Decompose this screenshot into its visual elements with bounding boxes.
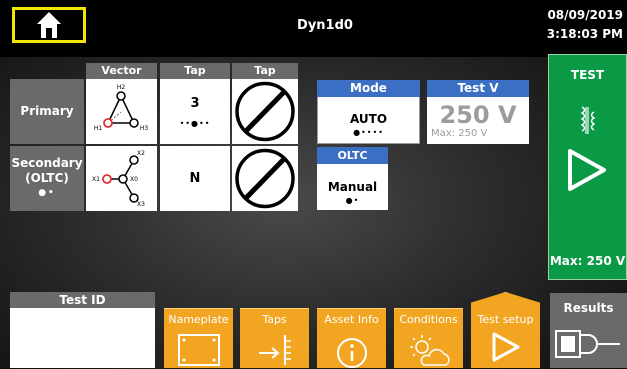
test-voltage-value: 250 V	[439, 101, 517, 129]
taps-icon	[240, 333, 309, 367]
tab-taps[interactable]: Taps	[240, 308, 309, 368]
tab-conditions-label: Conditions	[399, 313, 458, 326]
oltc-header: OLTC	[317, 147, 388, 164]
page-title: Dyn1d0	[297, 18, 353, 33]
play-icon	[471, 331, 540, 363]
tab-test-setup-label: Test setup	[477, 313, 534, 326]
label-h2: H2	[117, 84, 126, 91]
label-x3: X3	[137, 201, 145, 208]
secondary-vector-cell[interactable]: X2 X1 X0 X3	[86, 146, 157, 211]
test-max-voltage: Max: 250 V	[549, 254, 626, 268]
test-voltage-header: Test V	[427, 80, 529, 97]
weather-icon	[394, 333, 463, 369]
column-header-tap: Tap	[160, 63, 230, 79]
oltc-value: Manual	[327, 180, 378, 194]
label-h1: H1	[94, 125, 103, 132]
tab-nameplate[interactable]: Nameplate	[164, 308, 233, 368]
info-icon	[317, 333, 386, 369]
home-button[interactable]	[12, 7, 86, 43]
tab-test-setup[interactable]: Test setup	[471, 292, 540, 368]
label-x1: X1	[92, 176, 100, 183]
tab-nameplate-label: Nameplate	[168, 313, 229, 326]
label-x0: X0	[130, 176, 138, 183]
tab-asset-info-label: Asset Info	[324, 313, 379, 326]
row-label-oltc-text: (OLTC)	[25, 171, 69, 185]
nameplate-icon	[164, 333, 233, 367]
row-label-secondary[interactable]: Secondary (OLTC) ●•	[10, 146, 84, 211]
label-h3: H3	[140, 125, 149, 132]
secondary-tap-voltage-cell	[232, 146, 298, 211]
column-header-tap-voltage: Tap Voltage	[232, 63, 298, 93]
time-text: 3:18:03 PM	[546, 27, 623, 41]
tap-dots-indicator: ••●••	[179, 118, 211, 128]
delta-vector-diagram: H2 H1 H3	[94, 84, 149, 132]
label-x2: X2	[137, 150, 145, 157]
secondary-tap-value: N	[189, 171, 201, 186]
oltc-dots-indicator: ●•	[345, 196, 360, 205]
row-label-primary: Primary	[10, 79, 84, 144]
transformer-icon	[576, 104, 600, 142]
home-icon	[37, 12, 61, 38]
row-label-primary-text: Primary	[20, 104, 74, 118]
date-text: 08/09/2019	[547, 8, 623, 22]
tab-conditions[interactable]: Conditions	[394, 308, 463, 368]
tab-taps-label: Taps	[262, 313, 287, 326]
play-icon	[567, 148, 607, 196]
results-button[interactable]: Results	[550, 293, 627, 368]
page-dots-indicator: ●•	[38, 188, 56, 198]
test-label: TEST	[570, 68, 605, 82]
primary-tap-voltage-cell	[232, 79, 298, 144]
results-label: Results	[563, 301, 614, 315]
secondary-tap-cell[interactable]: N	[160, 146, 230, 211]
primary-vector-cell[interactable]: H2 H1 H3	[86, 79, 157, 144]
mode-value: AUTO	[349, 112, 388, 126]
mode-header: Mode	[317, 80, 420, 97]
primary-tap-value: 3	[190, 95, 200, 111]
not-available-icon	[235, 148, 295, 209]
column-header-vector: Vector	[86, 63, 157, 79]
not-available-icon	[235, 81, 295, 142]
test-voltage-max: Max: 250 V	[431, 128, 488, 139]
mode-dots-indicator: ●••••	[353, 128, 384, 137]
primary-tap-cell[interactable]: 3 ••●••	[160, 79, 230, 144]
plug-icon	[554, 327, 622, 365]
test-id-field[interactable]	[10, 308, 155, 368]
tab-asset-info[interactable]: Asset Info	[317, 308, 386, 368]
datetime: 08/09/2019 3:18:03 PM	[547, 6, 623, 44]
row-label-secondary-text: Secondary	[11, 156, 83, 170]
test-id-header: Test ID	[10, 292, 155, 308]
wye-vector-diagram: X2 X1 X0 X3	[92, 150, 145, 208]
